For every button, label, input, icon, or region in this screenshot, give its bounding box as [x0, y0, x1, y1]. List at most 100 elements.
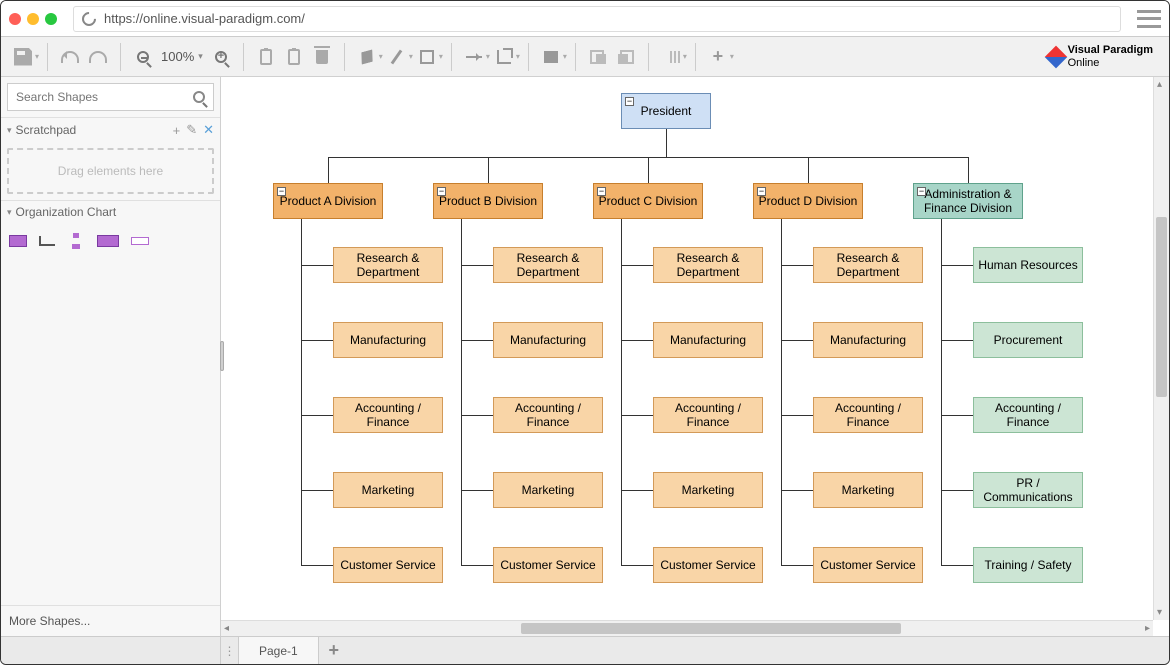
org-node[interactable]: Manufacturing: [333, 322, 443, 358]
org-node[interactable]: Product B Division−: [433, 183, 543, 219]
collapse-icon[interactable]: −: [757, 187, 766, 196]
scroll-up-icon[interactable]: ▴: [1157, 79, 1162, 90]
org-node[interactable]: Product C Division−: [593, 183, 703, 219]
org-node[interactable]: Training / Safety: [973, 547, 1083, 583]
collapse-icon[interactable]: −: [277, 187, 286, 196]
fill-color-button[interactable]: [353, 43, 381, 71]
connector-line: [648, 157, 649, 183]
collapse-icon[interactable]: −: [597, 187, 606, 196]
vp-logo[interactable]: Visual ParadigmOnline: [1048, 44, 1153, 68]
collapse-icon[interactable]: −: [917, 187, 926, 196]
canvas-area[interactable]: President− Product A Division− Research & …: [221, 77, 1169, 636]
undo-button[interactable]: [56, 43, 84, 71]
search-input[interactable]: [16, 90, 193, 104]
org-node[interactable]: Administration & Finance Division−: [913, 183, 1023, 219]
copy-button[interactable]: [252, 43, 280, 71]
connector-line: [781, 490, 813, 491]
shape-box-filled[interactable]: [9, 235, 27, 247]
scratchpad-header[interactable]: ▾ Scratchpad + ✎ ✕: [1, 117, 220, 142]
paste-button[interactable]: [280, 43, 308, 71]
search-shapes-input[interactable]: [7, 83, 214, 111]
org-node[interactable]: Research & Department: [333, 247, 443, 283]
waypoint-button[interactable]: [490, 43, 518, 71]
vertical-scrollbar[interactable]: ▴ ▾: [1153, 77, 1169, 620]
org-node[interactable]: Accounting / Finance: [973, 397, 1083, 433]
edit-icon[interactable]: ✎: [186, 122, 197, 138]
chevron-down-icon: ▾: [198, 51, 203, 62]
connector-line: [301, 415, 333, 416]
collapse-icon[interactable]: −: [625, 97, 634, 106]
sidebar-resizer[interactable]: [220, 341, 224, 371]
save-button[interactable]: [9, 43, 37, 71]
routing-icon: [497, 50, 511, 64]
connector-line: [301, 265, 333, 266]
org-node[interactable]: Manufacturing: [653, 322, 763, 358]
scrollbar-thumb[interactable]: [521, 623, 901, 634]
scroll-down-icon[interactable]: ▾: [1157, 607, 1162, 618]
zoom-out-button[interactable]: [129, 43, 157, 71]
org-node[interactable]: Accounting / Finance: [813, 397, 923, 433]
collapse-icon[interactable]: −: [437, 187, 446, 196]
org-node[interactable]: Marketing: [493, 472, 603, 508]
org-node[interactable]: Marketing: [653, 472, 763, 508]
address-bar[interactable]: https://online.visual-paradigm.com/: [73, 6, 1121, 32]
align-button[interactable]: [657, 43, 685, 71]
edit-style-button[interactable]: [537, 43, 565, 71]
close-window-button[interactable]: [9, 13, 21, 25]
line-color-button[interactable]: [383, 43, 411, 71]
org-node[interactable]: Procurement: [973, 322, 1083, 358]
org-node[interactable]: Accounting / Finance: [653, 397, 763, 433]
reload-icon[interactable]: [79, 9, 99, 29]
delete-button[interactable]: [308, 43, 336, 71]
to-back-button[interactable]: [612, 43, 640, 71]
scrollbar-thumb[interactable]: [1156, 217, 1167, 397]
horizontal-scrollbar[interactable]: ◂ ▸: [221, 620, 1153, 636]
connector-line: [941, 340, 973, 341]
org-node[interactable]: Manufacturing: [493, 322, 603, 358]
org-node[interactable]: Marketing: [333, 472, 443, 508]
zoom-level[interactable]: 100%▾: [157, 49, 207, 64]
org-node[interactable]: Customer Service: [813, 547, 923, 583]
zoom-in-button[interactable]: [207, 43, 235, 71]
add-button[interactable]: +: [704, 43, 732, 71]
scroll-left-icon[interactable]: ◂: [224, 623, 229, 634]
more-shapes-link[interactable]: More Shapes...: [1, 605, 220, 636]
redo-button[interactable]: [84, 43, 112, 71]
connector-style-button[interactable]: [460, 43, 488, 71]
add-page-button[interactable]: +: [319, 637, 349, 664]
org-node[interactable]: Customer Service: [333, 547, 443, 583]
maximize-window-button[interactable]: [45, 13, 57, 25]
minimize-window-button[interactable]: [27, 13, 39, 25]
page-tab[interactable]: Page-1: [239, 637, 319, 664]
page-menu-icon[interactable]: ⋮: [221, 637, 239, 664]
shape-tree[interactable]: [67, 233, 85, 249]
add-icon[interactable]: +: [173, 123, 181, 138]
to-front-button[interactable]: [584, 43, 612, 71]
menu-icon[interactable]: [1137, 10, 1161, 28]
org-node[interactable]: President−: [621, 93, 711, 129]
org-node[interactable]: Research & Department: [813, 247, 923, 283]
chevron-down-icon: ▾: [7, 125, 12, 136]
shape-box-wide[interactable]: [97, 235, 119, 247]
shape-connector[interactable]: [39, 236, 55, 246]
org-node[interactable]: Product A Division−: [273, 183, 383, 219]
scroll-right-icon[interactable]: ▸: [1145, 623, 1150, 634]
org-node[interactable]: Product D Division−: [753, 183, 863, 219]
org-node[interactable]: Manufacturing: [813, 322, 923, 358]
shadow-button[interactable]: [413, 43, 441, 71]
close-icon[interactable]: ✕: [203, 122, 214, 138]
org-node[interactable]: Human Resources: [973, 247, 1083, 283]
org-node[interactable]: Research & Department: [653, 247, 763, 283]
connector-line: [488, 157, 489, 183]
org-node[interactable]: PR / Communications: [973, 472, 1083, 508]
shape-box-outline[interactable]: [131, 237, 149, 245]
orgchart-header[interactable]: ▾ Organization Chart: [1, 200, 220, 223]
org-node[interactable]: Accounting / Finance: [333, 397, 443, 433]
vp-logo-text: Visual ParadigmOnline: [1068, 44, 1153, 68]
org-node[interactable]: Customer Service: [493, 547, 603, 583]
scratchpad-dropzone[interactable]: Drag elements here: [7, 148, 214, 194]
org-node[interactable]: Accounting / Finance: [493, 397, 603, 433]
org-node[interactable]: Research & Department: [493, 247, 603, 283]
org-node[interactable]: Marketing: [813, 472, 923, 508]
org-node[interactable]: Customer Service: [653, 547, 763, 583]
